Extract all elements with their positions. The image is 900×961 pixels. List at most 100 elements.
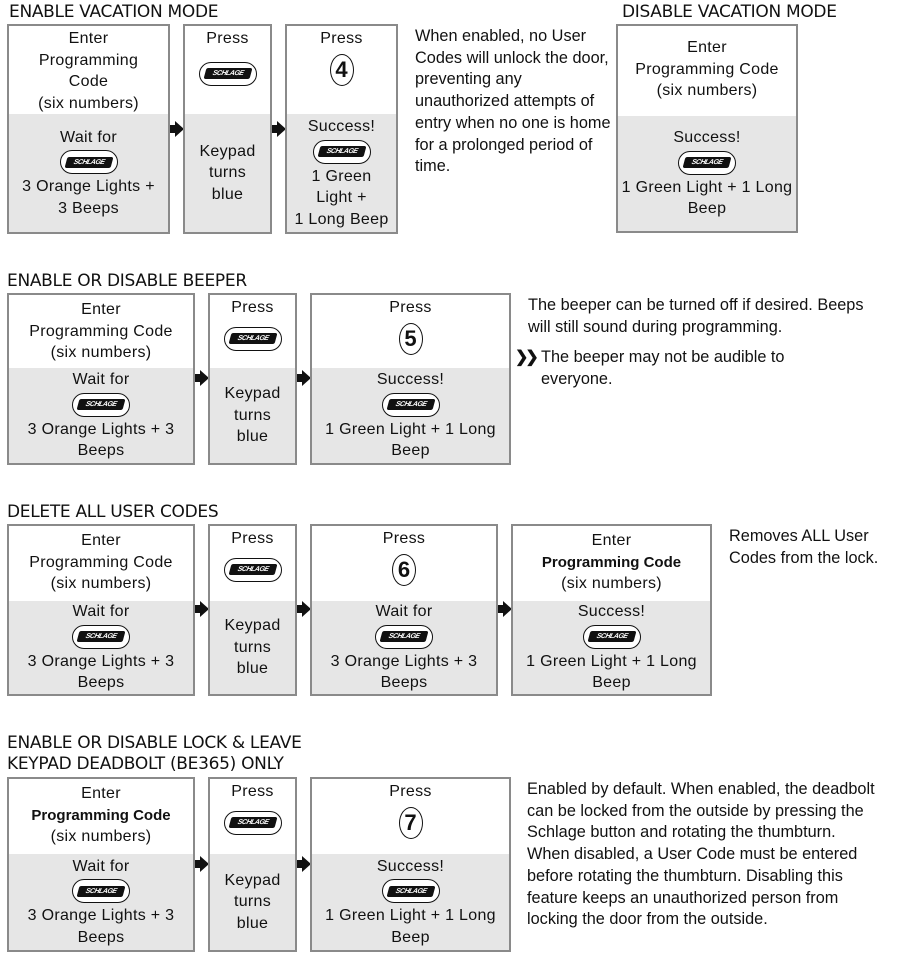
step-text: Keypad	[199, 142, 256, 160]
step-text: Enter	[68, 30, 109, 47]
step-text: Beeps	[77, 928, 125, 946]
schlage-logo-icon: SCHLAGE	[223, 557, 282, 582]
step-text: 3 Orange Lights + 3	[27, 652, 175, 670]
step-text: Beeps	[380, 674, 428, 692]
step-text: Light +	[316, 189, 367, 206]
enable-vacation-description: When enabled, no User Codes will unlock …	[415, 27, 611, 176]
step-press-schlage: Press SCHLAGE Keypad turns blue	[208, 524, 297, 696]
step-text: Beep	[592, 674, 631, 692]
step-text: Press	[231, 299, 274, 316]
step-text: (six numbers)	[561, 575, 662, 592]
step-text: Beeps	[77, 442, 125, 460]
step-text: 1 Green Light + 1 Long	[325, 420, 496, 438]
step-text: 1 Green Light + 1 Long	[621, 178, 793, 196]
section-title-disable-vacation: DISABLE VACATION MODE	[622, 2, 837, 22]
step-text: Press	[231, 530, 274, 547]
step-enter-programming-code: Enter Programming Code (six numbers) Wai…	[7, 293, 195, 465]
step-text: 1 Green	[311, 167, 372, 185]
keypad-key-7: 7	[398, 806, 423, 839]
step-text: Enter	[81, 301, 121, 318]
step-text: Wait for	[375, 603, 433, 621]
section-subtitle-lock-leave: KEYPAD DEADBOLT (BE365) ONLY	[7, 754, 284, 774]
step-text: blue	[236, 914, 269, 932]
step-text: Success!	[376, 371, 445, 389]
step-text: blue	[236, 428, 269, 446]
step-enter-programming-code: Enter Programming Code (six numbers) Suc…	[511, 524, 712, 696]
step-text: Success!	[376, 857, 445, 875]
step-text: Beeps	[77, 674, 125, 692]
step-text: Programming Code	[635, 60, 779, 78]
schlage-logo-icon: SCHLAGE	[381, 879, 440, 904]
step-text: turns	[233, 406, 272, 424]
step-enter-programming-code: Enter Programming Code (six numbers) Wai…	[7, 777, 195, 952]
step-text: Enter	[81, 785, 121, 802]
step-text: Enter	[81, 532, 121, 549]
step-text: Wait for	[60, 128, 117, 146]
schlage-logo-icon: SCHLAGE	[223, 326, 282, 351]
step-press-key: Press 6 Wait for SCHLAGE 3 Orange Lights…	[310, 524, 498, 696]
step-text: Success!	[673, 129, 741, 147]
keypad-key-6: 6	[392, 553, 416, 586]
step-text: blue	[236, 660, 269, 678]
step-text: Press	[389, 783, 432, 800]
section-title-delete-codes: DELETE ALL USER CODES	[7, 502, 219, 522]
keypad-key-4: 4	[329, 53, 354, 86]
step-text: Code	[68, 73, 109, 90]
step-text: Wait for	[72, 603, 130, 621]
delete-codes-description: Removes ALL User Codes from the lock.	[729, 527, 879, 567]
step-text: blue	[211, 185, 244, 203]
step-text: turns	[208, 164, 247, 182]
schlage-logo-icon: SCHLAGE	[72, 624, 130, 649]
section-title-beeper: ENABLE OR DISABLE BEEPER	[7, 271, 247, 291]
step-enter-programming-code: Enter Programming Code (six numbers) Wai…	[7, 524, 195, 696]
step-text: Press	[231, 783, 274, 800]
step-text: Wait for	[72, 371, 130, 389]
step-text: Keypad	[224, 617, 281, 635]
step-press-key: Press 5 Success! SCHLAGE 1 Green Light +…	[310, 293, 511, 465]
step-text: Press	[389, 299, 432, 316]
section-title-enable-vacation: ENABLE VACATION MODE	[9, 2, 219, 22]
schlage-logo-icon: SCHLAGE	[678, 150, 736, 175]
step-text: 3 Orange Lights + 3	[27, 907, 175, 925]
schlage-logo-icon: SCHLAGE	[59, 150, 118, 175]
step-enter-programming-code: Enter Programming Code (six numbers) Suc…	[616, 24, 798, 233]
step-text: Beep	[391, 928, 430, 946]
step-text: 1 Green Light + 1 Long	[526, 652, 697, 670]
step-text: (six numbers)	[656, 82, 758, 99]
schlage-logo-icon: SCHLAGE	[198, 61, 257, 86]
step-press-key: Press 7 Success! SCHLAGE 1 Green Light +…	[310, 777, 511, 952]
step-text: Success!	[577, 603, 646, 621]
schlage-logo-icon: SCHLAGE	[312, 139, 371, 164]
beeper-note: The beeper may not be audible to everyon…	[541, 348, 785, 388]
step-text: Enter	[591, 532, 632, 549]
step-text: 3 Orange Lights +	[22, 178, 155, 196]
step-text: Success!	[307, 118, 376, 135]
step-text: Beep	[391, 442, 430, 460]
step-press-schlage: Press SCHLAGE Keypad turns blue	[208, 293, 297, 465]
step-text: Press	[320, 30, 363, 47]
step-press-schlage: Press SCHLAGE Keypad turns blue	[183, 24, 272, 234]
step-text: Keypad	[224, 385, 281, 403]
step-press-key: Press 4 Success! SCHLAGE 1 Green Light +…	[285, 24, 398, 234]
step-press-schlage: Press SCHLAGE Keypad turns blue	[208, 777, 297, 952]
step-text: 3 Beeps	[58, 199, 119, 217]
step-text: Press	[382, 530, 426, 547]
schlage-logo-icon: SCHLAGE	[223, 810, 282, 835]
section-title-lock-leave: ENABLE OR DISABLE LOCK & LEAVE	[7, 733, 302, 753]
step-text: (six numbers)	[50, 828, 152, 845]
step-text: Programming Code	[29, 322, 173, 340]
schlage-logo-icon: SCHLAGE	[381, 392, 440, 417]
step-text: Keypad	[224, 871, 281, 889]
step-text: 1 Long Beep	[294, 210, 389, 228]
keypad-key-5: 5	[398, 322, 423, 355]
step-text: 3 Orange Lights + 3	[27, 420, 175, 438]
step-text: turns	[233, 893, 272, 911]
step-text: Press	[206, 30, 249, 47]
step-text: Programming	[38, 51, 139, 69]
schlage-logo-icon: SCHLAGE	[72, 879, 130, 904]
step-text: Programming Code	[31, 806, 171, 824]
step-text: Wait for	[72, 857, 130, 875]
note-chevrons-icon: ❯❯	[515, 349, 539, 366]
step-text: Programming Code	[541, 553, 682, 571]
step-text: (six numbers)	[50, 344, 152, 361]
